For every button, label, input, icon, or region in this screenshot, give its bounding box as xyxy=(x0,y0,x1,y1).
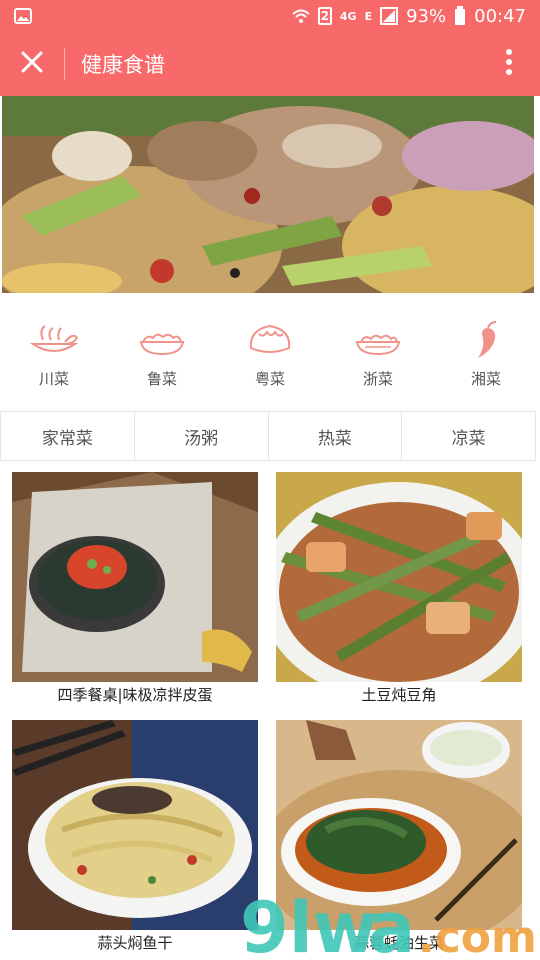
cuisine-item[interactable]: 粤菜 xyxy=(216,320,324,400)
cuisine-label: 川菜 xyxy=(38,370,69,388)
tab-home-cooking[interactable]: 家常菜 xyxy=(1,412,135,460)
app-bar-divider xyxy=(64,48,65,80)
cuisine-label: 鲁菜 xyxy=(146,370,177,388)
svg-text:.com: .com xyxy=(418,912,537,960)
cuisine-label: 浙菜 xyxy=(362,370,393,388)
page-title: 健康食谱 xyxy=(81,53,165,77)
svg-text:9lw: 9lw xyxy=(240,887,377,960)
zhejiang-dish-icon xyxy=(350,320,406,360)
image-icon xyxy=(14,8,32,24)
tab-cold-dishes[interactable]: 凉菜 xyxy=(402,412,535,460)
sichuan-dish-icon xyxy=(26,320,82,360)
recipe-title: 土豆炖豆角 xyxy=(361,686,437,704)
cuisine-item[interactable]: 鲁菜 xyxy=(108,320,216,400)
banner-image[interactable] xyxy=(2,96,534,293)
more-options-button[interactable] xyxy=(478,32,540,96)
site-watermark: 9lw a .com xyxy=(240,880,540,960)
recipe-photo[interactable] xyxy=(12,472,258,682)
tab-soup-porridge[interactable]: 汤粥 xyxy=(135,412,269,460)
signal-icon xyxy=(380,7,399,25)
dumpling-icon xyxy=(242,320,298,360)
svg-text:a: a xyxy=(368,887,415,960)
network-type: 4G xyxy=(339,9,357,23)
carousel-indicator-dot[interactable] xyxy=(230,268,240,278)
battery-icon xyxy=(454,6,466,26)
shandong-dish-icon xyxy=(134,320,190,360)
recipe-photo[interactable] xyxy=(12,720,258,930)
network-type-2: E xyxy=(364,9,373,23)
cuisine-item[interactable]: 湘菜 xyxy=(432,320,540,400)
clock: 00:47 xyxy=(474,5,526,27)
cuisine-category-row: 川菜 鲁菜 粤菜 浙菜 湘菜 xyxy=(0,320,540,400)
more-vert-icon xyxy=(506,49,512,79)
close-icon xyxy=(21,51,43,77)
category-tabs: 家常菜 汤粥 热菜 凉菜 xyxy=(0,411,536,461)
wifi-icon xyxy=(292,8,310,24)
app-bar: 健康食谱 xyxy=(0,32,540,96)
cuisine-item[interactable]: 川菜 xyxy=(0,320,108,400)
sim-slot-badge: 2 xyxy=(317,7,332,25)
close-button[interactable] xyxy=(0,32,64,96)
recipe-photo[interactable] xyxy=(276,472,522,682)
recipe-title: 四季餐桌|味极凉拌皮蛋 xyxy=(57,686,213,704)
recipe-title: 蒜头焖鱼干 xyxy=(97,934,173,952)
chili-icon xyxy=(458,320,514,360)
cuisine-item[interactable]: 浙菜 xyxy=(324,320,432,400)
recipe-card[interactable]: 四季餐桌|味极凉拌皮蛋 xyxy=(12,472,258,708)
recipe-card[interactable]: 土豆炖豆角 xyxy=(276,472,522,708)
battery-percent: 93% xyxy=(406,5,447,27)
cuisine-label: 粤菜 xyxy=(254,370,285,388)
cuisine-label: 湘菜 xyxy=(470,370,501,388)
tab-hot-dishes[interactable]: 热菜 xyxy=(269,412,403,460)
status-bar: 2 4G E 93% 00:47 xyxy=(0,0,540,32)
banner-carousel[interactable] xyxy=(0,96,540,294)
recipe-card[interactable]: 蒜头焖鱼干 xyxy=(12,720,258,956)
